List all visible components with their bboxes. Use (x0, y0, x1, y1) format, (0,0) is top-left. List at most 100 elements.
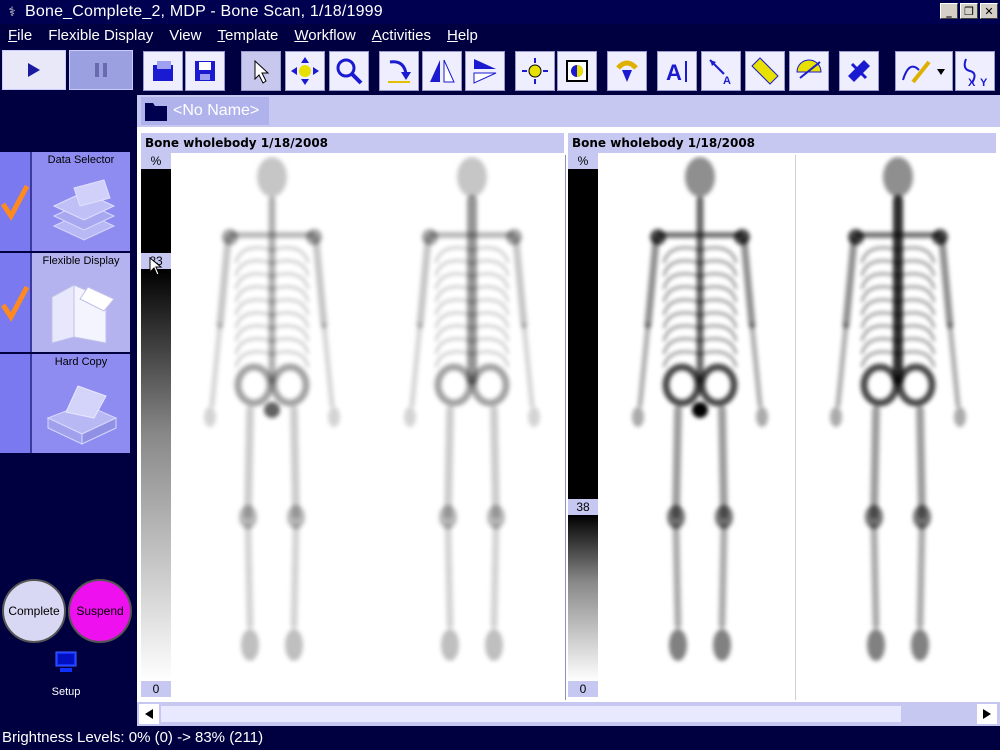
profile-xy-icon: XY (963, 58, 988, 87)
scroll-left-button[interactable] (139, 704, 159, 724)
text-annotation-button[interactable]: A (657, 51, 697, 91)
svg-text:A: A (666, 60, 682, 85)
play-icon (28, 63, 40, 77)
draw-button[interactable] (895, 51, 953, 91)
svg-text:A: A (723, 75, 731, 86)
text-annotation-icon: A (666, 60, 687, 85)
reset-icon (616, 60, 638, 82)
restore-button[interactable]: ❐ (960, 3, 978, 19)
menu-file[interactable]: File (0, 27, 40, 44)
rotate-icon (388, 60, 411, 83)
menu-template[interactable]: Template (209, 27, 286, 44)
flip-button[interactable] (422, 51, 462, 91)
scale-marker-label[interactable]: 38 (568, 499, 598, 515)
setup-label[interactable]: Setup (40, 686, 92, 698)
brightness-button[interactable] (515, 51, 555, 91)
horizontal-scrollbar[interactable] (137, 702, 1000, 726)
contrast-icon (566, 60, 588, 82)
pause-icon (95, 63, 107, 77)
tab-label: <No Name> (173, 102, 260, 119)
workflow-playback (0, 50, 137, 92)
task-check (0, 152, 32, 251)
task-body: Flexible Display (32, 253, 130, 352)
panel-header: Bone wholebody 1/18/2008 (141, 133, 564, 153)
task-label: Hard Copy (54, 356, 108, 368)
arrow-right-icon (983, 709, 991, 719)
play-button[interactable] (2, 50, 66, 90)
ruler-button[interactable] (745, 51, 785, 91)
pan-icon (291, 57, 319, 85)
scroll-thumb[interactable] (161, 706, 901, 722)
bone-scan-posterior[interactable] (387, 155, 557, 700)
satellite-button[interactable] (839, 51, 879, 91)
scale-bottom-label: 0 (141, 681, 171, 697)
bone-scan-posterior[interactable] (813, 155, 983, 700)
task-data-selector[interactable]: Data Selector (0, 152, 130, 251)
contrast-button[interactable] (557, 51, 597, 91)
zoom-button[interactable] (329, 51, 369, 91)
menu-workflow[interactable]: Workflow (286, 27, 363, 44)
minimize-button[interactable]: _ (940, 3, 958, 19)
rotate-button[interactable] (379, 51, 419, 91)
reset-button[interactable] (607, 51, 647, 91)
pointer-button[interactable] (241, 51, 281, 91)
arrow-left-icon (145, 709, 153, 719)
bone-scan-anterior[interactable] (187, 155, 357, 700)
scale-gradient (568, 515, 598, 681)
brightness-icon (522, 58, 548, 84)
mirror-button[interactable] (465, 51, 505, 91)
close-button[interactable]: ✕ (980, 3, 998, 19)
menu-activities[interactable]: Activities (364, 27, 439, 44)
folder-icon (145, 103, 167, 121)
protractor-icon (796, 59, 822, 79)
suspend-button[interactable]: Suspend (68, 579, 132, 643)
checkmark-icon (1, 285, 29, 322)
title-bar: ⚕ Bone_Complete_2, MDP - Bone Scan, 1/18… (0, 0, 1000, 24)
view-divider (795, 155, 796, 700)
svg-text:X: X (968, 77, 976, 87)
menu-view[interactable]: View (161, 27, 209, 44)
scale-bottom-label: 0 (568, 681, 598, 697)
printer-icon (46, 385, 118, 445)
mouse-cursor-icon (149, 257, 163, 276)
scale-clipped-region (141, 169, 171, 253)
pointer-icon (254, 59, 270, 84)
status-bar: Brightness Levels: 0% (0) -> 83% (211) (0, 727, 1000, 750)
complete-button[interactable]: Complete (2, 579, 66, 643)
scale-top-label: % (141, 153, 171, 169)
save-as-button[interactable] (185, 51, 225, 91)
menu-flexible-display[interactable]: Flexible Display (40, 27, 161, 44)
brightness-scale[interactable]: % 83 0 (141, 153, 171, 698)
checkmark-icon (1, 184, 29, 221)
window-controls: _ ❐ ✕ (940, 3, 998, 19)
task-body: Data Selector (32, 152, 130, 251)
save-as-icon (195, 61, 215, 81)
display-panel-icon (51, 284, 115, 344)
tab-no-name[interactable]: <No Name> (141, 97, 269, 125)
brightness-scale[interactable]: % 38 0 (568, 153, 598, 698)
data-layers-icon (52, 179, 116, 241)
arrow-label-button[interactable]: A (701, 51, 741, 91)
arrow-label-icon: A (709, 59, 731, 86)
task-flexible-display[interactable]: Flexible Display (0, 253, 130, 352)
task-label: Data Selector (47, 154, 115, 166)
computer-icon[interactable] (54, 651, 78, 673)
ruler-icon (751, 57, 779, 85)
pan-button[interactable] (285, 51, 325, 91)
pause-button[interactable] (69, 50, 133, 90)
menu-help[interactable]: Help (439, 27, 486, 44)
image-viewport[interactable]: Bone wholebody 1/18/2008 % 83 0 Bone who… (137, 127, 1000, 702)
mirror-icon (473, 59, 497, 84)
draw-icon (902, 60, 945, 84)
menu-bar: File Flexible Display View Template Work… (0, 24, 1000, 47)
app-icon[interactable]: ⚕ (3, 3, 21, 21)
panel-header: Bone wholebody 1/18/2008 (568, 133, 996, 153)
profile-xy-button[interactable]: XY (955, 51, 995, 91)
scale-gradient (141, 269, 171, 681)
svg-text:Y: Y (980, 77, 988, 87)
bone-scan-anterior[interactable] (615, 155, 785, 700)
protractor-button[interactable] (789, 51, 829, 91)
scroll-right-button[interactable] (977, 704, 997, 724)
task-hard-copy[interactable]: Hard Copy (0, 354, 130, 453)
save-button[interactable] (143, 51, 183, 91)
